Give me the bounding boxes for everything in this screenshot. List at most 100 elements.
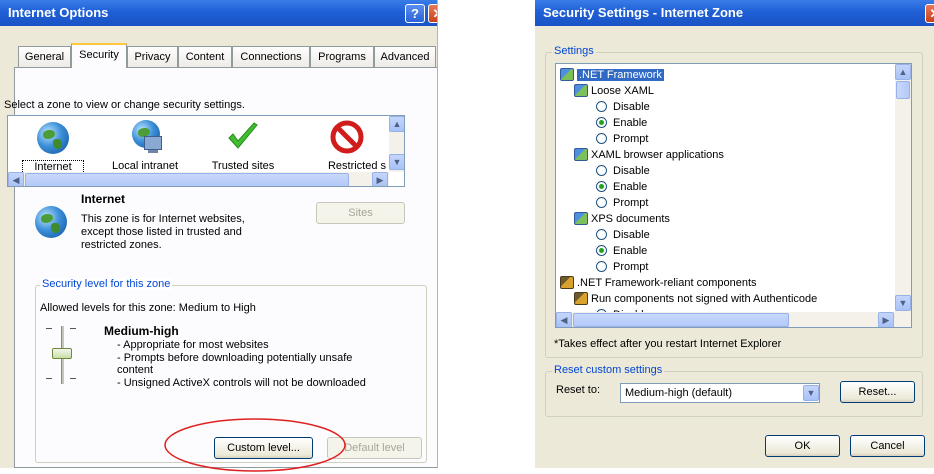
settings-tree: .NET Framework Loose XAML Disable Enable…: [555, 63, 912, 328]
radio-button[interactable]: [596, 261, 607, 272]
restart-note: *Takes effect after you restart Internet…: [554, 338, 782, 350]
tree-vscrollbar[interactable]: ▲ ▼: [895, 64, 911, 312]
zone-description-line: This zone is for Internet websites,: [81, 213, 245, 225]
tree-node[interactable]: XPS documents: [574, 211, 670, 227]
globe-icon: [35, 206, 67, 238]
tree-hscrollbar[interactable]: ◀ ▶: [556, 312, 911, 327]
zone-title: Internet: [81, 192, 126, 206]
radio-button[interactable]: [596, 133, 607, 144]
scroll-thumb[interactable]: [896, 81, 910, 99]
radio-option[interactable]: Prompt: [596, 131, 648, 147]
dropdown-value: Medium-high (default): [625, 387, 732, 399]
scroll-down-icon[interactable]: ▼: [895, 295, 911, 311]
tab-connections[interactable]: Connections: [232, 46, 310, 67]
ie-settings-icon: [574, 148, 588, 161]
tab-privacy[interactable]: Privacy: [127, 46, 178, 67]
window-title: Internet Options: [8, 5, 109, 20]
slider-thumb[interactable]: [52, 348, 72, 359]
radio-option[interactable]: Enable: [596, 243, 647, 259]
tree-node-label: Run components not signed with Authentic…: [591, 293, 818, 305]
radio-button[interactable]: [596, 117, 607, 128]
tab-programs[interactable]: Programs: [310, 46, 374, 67]
radio-label: Prompt: [613, 133, 649, 145]
tab-advanced[interactable]: Advanced: [374, 46, 436, 67]
zone-hscrollbar[interactable]: ◀ ▶: [8, 172, 389, 186]
allowed-levels-label: Allowed levels for this zone: Medium to …: [40, 302, 256, 314]
ie-settings-icon: [574, 212, 588, 225]
level-name: Medium-high: [104, 324, 179, 338]
tree-node-label: .NET Framework: [577, 69, 664, 81]
restricted-icon: [330, 120, 364, 154]
scroll-thumb[interactable]: [573, 313, 789, 327]
radio-button[interactable]: [596, 165, 607, 176]
radio-button[interactable]: [596, 197, 607, 208]
tree-node-label: .NET Framework-reliant components: [577, 277, 757, 289]
scroll-up-icon[interactable]: ▲: [895, 64, 911, 80]
zone-local-intranet[interactable]: Local intranet: [100, 116, 190, 172]
reset-button[interactable]: Reset...: [840, 381, 915, 403]
ok-button[interactable]: OK: [765, 435, 840, 457]
radio-option[interactable]: Enable: [596, 179, 647, 195]
sites-button[interactable]: Sites: [316, 202, 405, 224]
zone-label: Trusted sites: [211, 160, 275, 172]
radio-option[interactable]: Disable: [596, 99, 650, 115]
zone-list: Internet Local intranet Trusted sites Re…: [7, 115, 405, 187]
radio-option[interactable]: Prompt: [596, 195, 648, 211]
zone-description-line: restricted zones.: [81, 239, 162, 251]
group-legend: Security level for this zone: [40, 278, 173, 290]
chevron-down-icon[interactable]: ▼: [803, 385, 819, 401]
level-item: - Unsigned ActiveX controls will not be …: [117, 376, 366, 389]
select-zone-label: Select a zone to view or change security…: [4, 99, 245, 111]
radio-button[interactable]: [596, 101, 607, 112]
security-settings-window: Security Settings - Internet Zone ✕ Sett…: [535, 0, 934, 468]
zone-restricted-sites[interactable]: Restricted s: [300, 116, 390, 172]
scroll-up-icon[interactable]: ▲: [389, 116, 404, 132]
scroll-right-icon[interactable]: ▶: [372, 172, 388, 186]
level-item: - Appropriate for most websites: [117, 339, 269, 351]
security-level-slider[interactable]: [46, 326, 76, 384]
cancel-button[interactable]: Cancel: [850, 435, 925, 457]
tree-node-label: XAML browser applications: [591, 149, 724, 161]
close-icon[interactable]: ✕: [428, 4, 437, 23]
level-item: content: [117, 364, 154, 376]
level-item: - Prompts before downloading potentially…: [117, 351, 353, 364]
title-bar: Internet Options ? ✕: [0, 0, 437, 26]
tree-node-label: XPS documents: [591, 213, 670, 225]
radio-button[interactable]: [596, 181, 607, 192]
zone-internet[interactable]: Internet: [8, 116, 98, 174]
scroll-down-icon[interactable]: ▼: [389, 154, 404, 170]
scroll-right-icon[interactable]: ▶: [878, 312, 894, 327]
level-description: - Appropriate for most websites - Prompt…: [117, 339, 366, 389]
group-legend: Settings: [552, 45, 596, 57]
tree-node[interactable]: Loose XAML: [574, 83, 654, 99]
window-title: Security Settings - Internet Zone: [543, 5, 744, 20]
zone-vscrollbar[interactable]: ▲ ▼: [389, 116, 404, 172]
radio-option[interactable]: Disable: [596, 163, 650, 179]
radio-button[interactable]: [596, 229, 607, 240]
tree-node[interactable]: .NET Framework: [560, 67, 664, 83]
zone-trusted-sites[interactable]: Trusted sites: [198, 116, 288, 172]
close-icon[interactable]: ✕: [925, 4, 934, 23]
tree-node[interactable]: XAML browser applications: [574, 147, 724, 163]
scroll-thumb[interactable]: [25, 173, 349, 186]
radio-option[interactable]: Enable: [596, 115, 647, 131]
globe-icon: [37, 122, 69, 154]
tab-security[interactable]: Security: [71, 43, 127, 68]
reset-to-dropdown[interactable]: Medium-high (default) ▼: [620, 383, 820, 403]
tree-node[interactable]: Run components not signed with Authentic…: [574, 291, 817, 307]
radio-label: Disable: [613, 101, 650, 113]
tree-node[interactable]: .NET Framework-reliant components: [560, 275, 757, 291]
zone-label: Local intranet: [111, 160, 179, 172]
title-bar: Security Settings - Internet Zone ✕: [535, 0, 934, 26]
help-button[interactable]: ?: [405, 4, 425, 23]
radio-button[interactable]: [596, 245, 607, 256]
tab-general[interactable]: General: [18, 46, 71, 67]
reset-to-label: Reset to:: [556, 384, 601, 396]
scroll-left-icon[interactable]: ◀: [556, 312, 572, 327]
ie-settings-icon: [574, 84, 588, 97]
scroll-left-icon[interactable]: ◀: [8, 172, 24, 186]
radio-option[interactable]: Disable: [596, 227, 650, 243]
check-icon: [228, 122, 258, 149]
tab-content[interactable]: Content: [178, 46, 232, 67]
radio-option[interactable]: Prompt: [596, 259, 648, 275]
